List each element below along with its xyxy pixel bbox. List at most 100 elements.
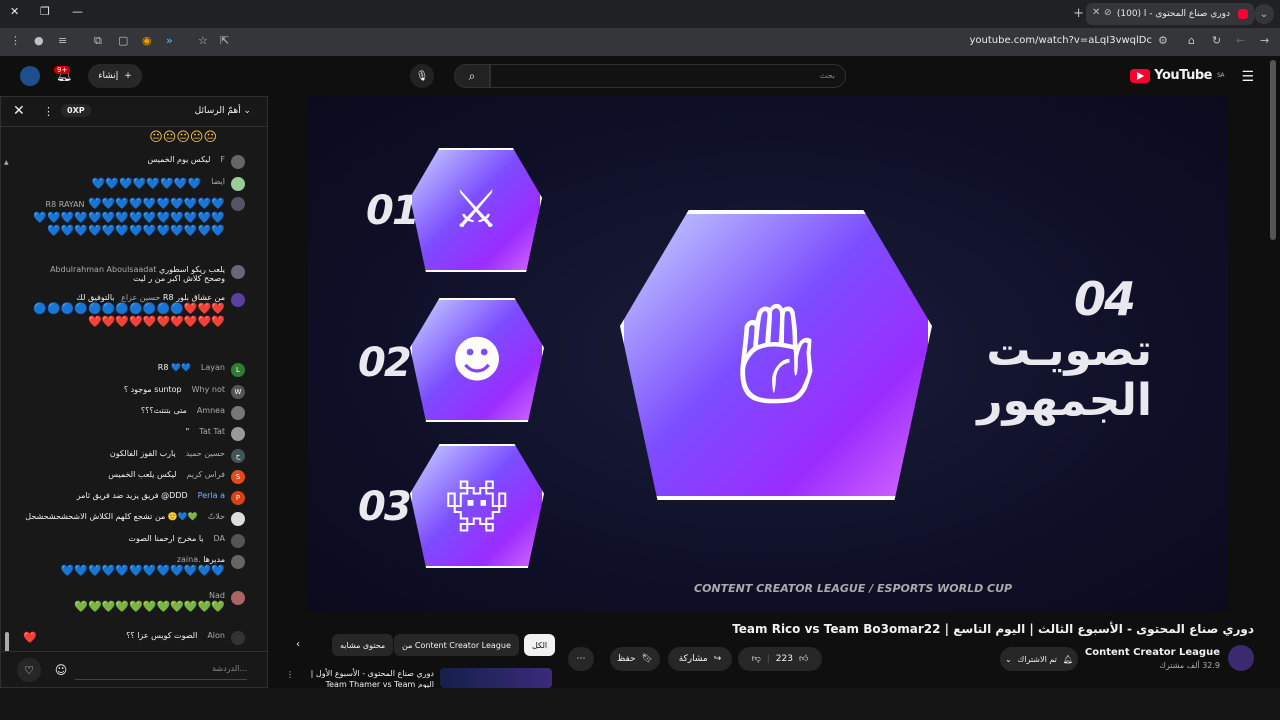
emoji-row: 😐😐😐😐😐 (149, 130, 217, 145)
chat-message: Abdulrahman Aboulsaadat يلعب ريكو اسطوري… (31, 265, 245, 283)
rec-more-icon[interactable]: ⋮ (286, 670, 294, 679)
restore-window-icon[interactable]: ❐ (40, 5, 50, 18)
chat-input-bar: ♡ ☺ الدردشة... (1, 651, 267, 687)
browser-tab[interactable]: ✕ ⊘ (100) دوري صناع المحتوى - ا (1086, 3, 1254, 25)
chip-from-channel[interactable]: من Content Creator League (394, 634, 519, 656)
new-tab-icon[interactable]: + (1073, 6, 1084, 21)
tab-close-icon[interactable]: ✕ (1092, 7, 1100, 18)
chat-message: R8 RAYAN 💙💙💙💙💙💙💙💙💙💙💙💙💙💙💙💙💙💙💙💙💙💙💙💙💙💙💙💙💙💙💙… (29, 197, 245, 237)
message-text: من تشجع كلهم الكلاش الاشحشحشحشحل 🙂💙💚 (25, 512, 198, 521)
rec-video-thumbnail[interactable] (440, 668, 552, 688)
chips-scroll-left-icon[interactable]: ‹ (296, 639, 300, 650)
emoji-row: 💙💙💙💙💙💙💙💙💙💙💙💙 (60, 564, 225, 577)
heart-reaction-icon[interactable]: ♡ (17, 658, 41, 682)
tab-search-icon[interactable]: ⌄ (1254, 4, 1274, 24)
browser-toolbar: ⋮ ● ≡ ⧉ ▢ ◉ » ☆ ⇱ youtube.com/watch?v=aL… (0, 28, 1280, 56)
author-name: Alon (207, 631, 225, 640)
emoji-row: 🔵🔵🔵🔵🔵🔵🔵🔵🔵🔵🔵❤️❤️❤️❤️❤️❤️❤️❤️❤️❤️❤️❤️❤️ (33, 302, 225, 328)
author-name: R8 RAYAN (45, 200, 85, 209)
chat-message: حسين عزاع بالتوفيق لك R8 من عشاق بلور 🔵🔵… (31, 293, 245, 328)
channel-avatar[interactable] (1228, 645, 1254, 671)
like-dislike-group[interactable]: 👎︎ | 223 👍︎ (738, 647, 822, 671)
author-name: حسين عزاع (121, 293, 161, 302)
chat-message: S فراس كريم ليكس يلعب الخميس (108, 470, 245, 484)
guide-menu-icon[interactable]: ☰ (1241, 69, 1254, 85)
chat-message: ايضا 💙💙💙💙💙💙💙💙 (92, 177, 245, 191)
search-input[interactable]: بحث (490, 64, 846, 88)
subscribed-button[interactable]: ⌄ تم الاشتراك 🔔︎ (1000, 647, 1078, 671)
reload-icon[interactable]: ↻ (1212, 34, 1221, 47)
xp-badge[interactable]: 0XP (61, 104, 91, 117)
rec-video-title[interactable]: دوري صناع المحتوى - الأسبوع الأول | اليو… (296, 668, 434, 688)
more-actions-button[interactable]: ⋯ (568, 647, 594, 671)
extension-icon[interactable]: » (166, 34, 173, 47)
minimize-window-icon[interactable]: — (72, 5, 83, 18)
chip-all[interactable]: الكل (524, 634, 556, 656)
address-bar[interactable]: youtube.com/watch?v=aLqI3vwqlDc (970, 35, 1153, 46)
voice-search-icon[interactable]: 🎙︎ (410, 64, 434, 88)
user-avatar (231, 591, 245, 605)
extensions-puzzle-icon[interactable]: ⧉ (94, 34, 102, 48)
scroll-up-icon[interactable]: ▲ (4, 159, 9, 166)
create-label: إنشاء (98, 71, 119, 81)
user-avatar (231, 265, 245, 279)
logo-text: YouTube (1154, 68, 1212, 83)
author-name: ايضا (211, 177, 225, 186)
message-text: ليكس يلعب الخميس (108, 470, 177, 479)
back-icon[interactable]: → (1260, 34, 1269, 47)
share-button[interactable]: مشاركة ↪ (668, 647, 732, 671)
dislike-icon[interactable]: 👎︎ (752, 654, 761, 664)
chat-message: Tat Tat " (186, 427, 245, 441)
forward-icon[interactable]: ← (1236, 34, 1245, 47)
user-avatar (231, 631, 245, 645)
page-scrollbar[interactable] (1270, 60, 1276, 240)
youtube-logo[interactable]: YouTube SA (1130, 68, 1225, 83)
account-avatar[interactable] (20, 66, 40, 86)
region-code: SA (1216, 72, 1225, 79)
item-number: 02 (358, 340, 412, 386)
author-name: Tat Tat (199, 427, 225, 436)
headline: تصويـت الجمهور (977, 326, 1152, 426)
headline-line: تصويـت (986, 325, 1152, 376)
user-avatar (231, 534, 245, 548)
tab-title: (100) دوري صناع المحتوى - ا (1116, 9, 1230, 19)
create-button[interactable]: إنشاء + (88, 64, 142, 88)
close-chat-icon[interactable]: ✕ (13, 103, 25, 119)
search-icon[interactable]: ⌕ (454, 64, 490, 88)
live-chat-panel: ✕ ⋮ 0XP أهمّ الرسائل ⌄ ▲ 😐😐😐😐😐 F ليكس يو… (0, 96, 268, 688)
message-text: مديرها (203, 555, 225, 564)
share-label: مشاركة (678, 654, 708, 664)
top-chat-dropdown[interactable]: أهمّ الرسائل ⌄ (195, 106, 251, 116)
youtube-play-icon (1130, 68, 1151, 83)
home-icon[interactable]: ⌂ (1188, 34, 1195, 47)
extension-icon[interactable]: ◉ (142, 34, 152, 47)
sword-icon: ⚔ (410, 148, 542, 272)
bookmark-star-icon[interactable]: ☆ (198, 34, 208, 47)
like-icon[interactable]: 👍︎ (799, 654, 808, 664)
author-name: Nad (209, 591, 225, 600)
message-text: متى بتنتث؟؟؟ (140, 406, 187, 415)
chat-input[interactable]: الدردشة... (75, 660, 247, 680)
chat-message: Alon الصوت كويس عزا ؟؟ (126, 631, 245, 645)
install-app-icon[interactable]: ⇱ (220, 34, 229, 47)
raised-hands-icon: ✋︎ (620, 210, 932, 500)
extension-icon[interactable]: ▢ (118, 34, 128, 47)
chat-message: P Perla a فريق يزيد ضد فريق ثامر @DDD (77, 491, 245, 505)
item-number: 04 (1074, 272, 1136, 326)
chat-more-icon[interactable]: ⋮ (43, 105, 54, 118)
top-chat-label: أهمّ الرسائل (194, 106, 241, 116)
save-button[interactable]: حفظ 🔖︎ (610, 647, 660, 671)
channel-name[interactable]: Content Creator League (1085, 647, 1220, 658)
emoji-picker-icon[interactable]: ☺ (51, 660, 71, 680)
chip-related[interactable]: محتوى مشابه (332, 634, 394, 656)
extension-icon[interactable]: ≡ (58, 34, 67, 47)
author-name: فراس كريم (186, 470, 225, 479)
video-player[interactable]: 01 ⚔ 02 ☻ 03 👾︎ ✋︎ 04 تصويـت الجمهور CON… (308, 96, 1228, 612)
tab-audio-icon[interactable]: ⊘ (1104, 8, 1112, 18)
chat-scrollbar[interactable] (5, 632, 9, 652)
browser-menu-icon[interactable]: ⋮ (10, 34, 21, 47)
browser-tab-bar: ✕ ❐ — + ✕ ⊘ (100) دوري صناع المحتوى - ا … (0, 0, 1280, 28)
profile-icon[interactable]: ● (34, 34, 44, 47)
site-settings-icon[interactable]: ⚙ (1158, 34, 1168, 47)
close-window-icon[interactable]: ✕ (10, 5, 19, 18)
